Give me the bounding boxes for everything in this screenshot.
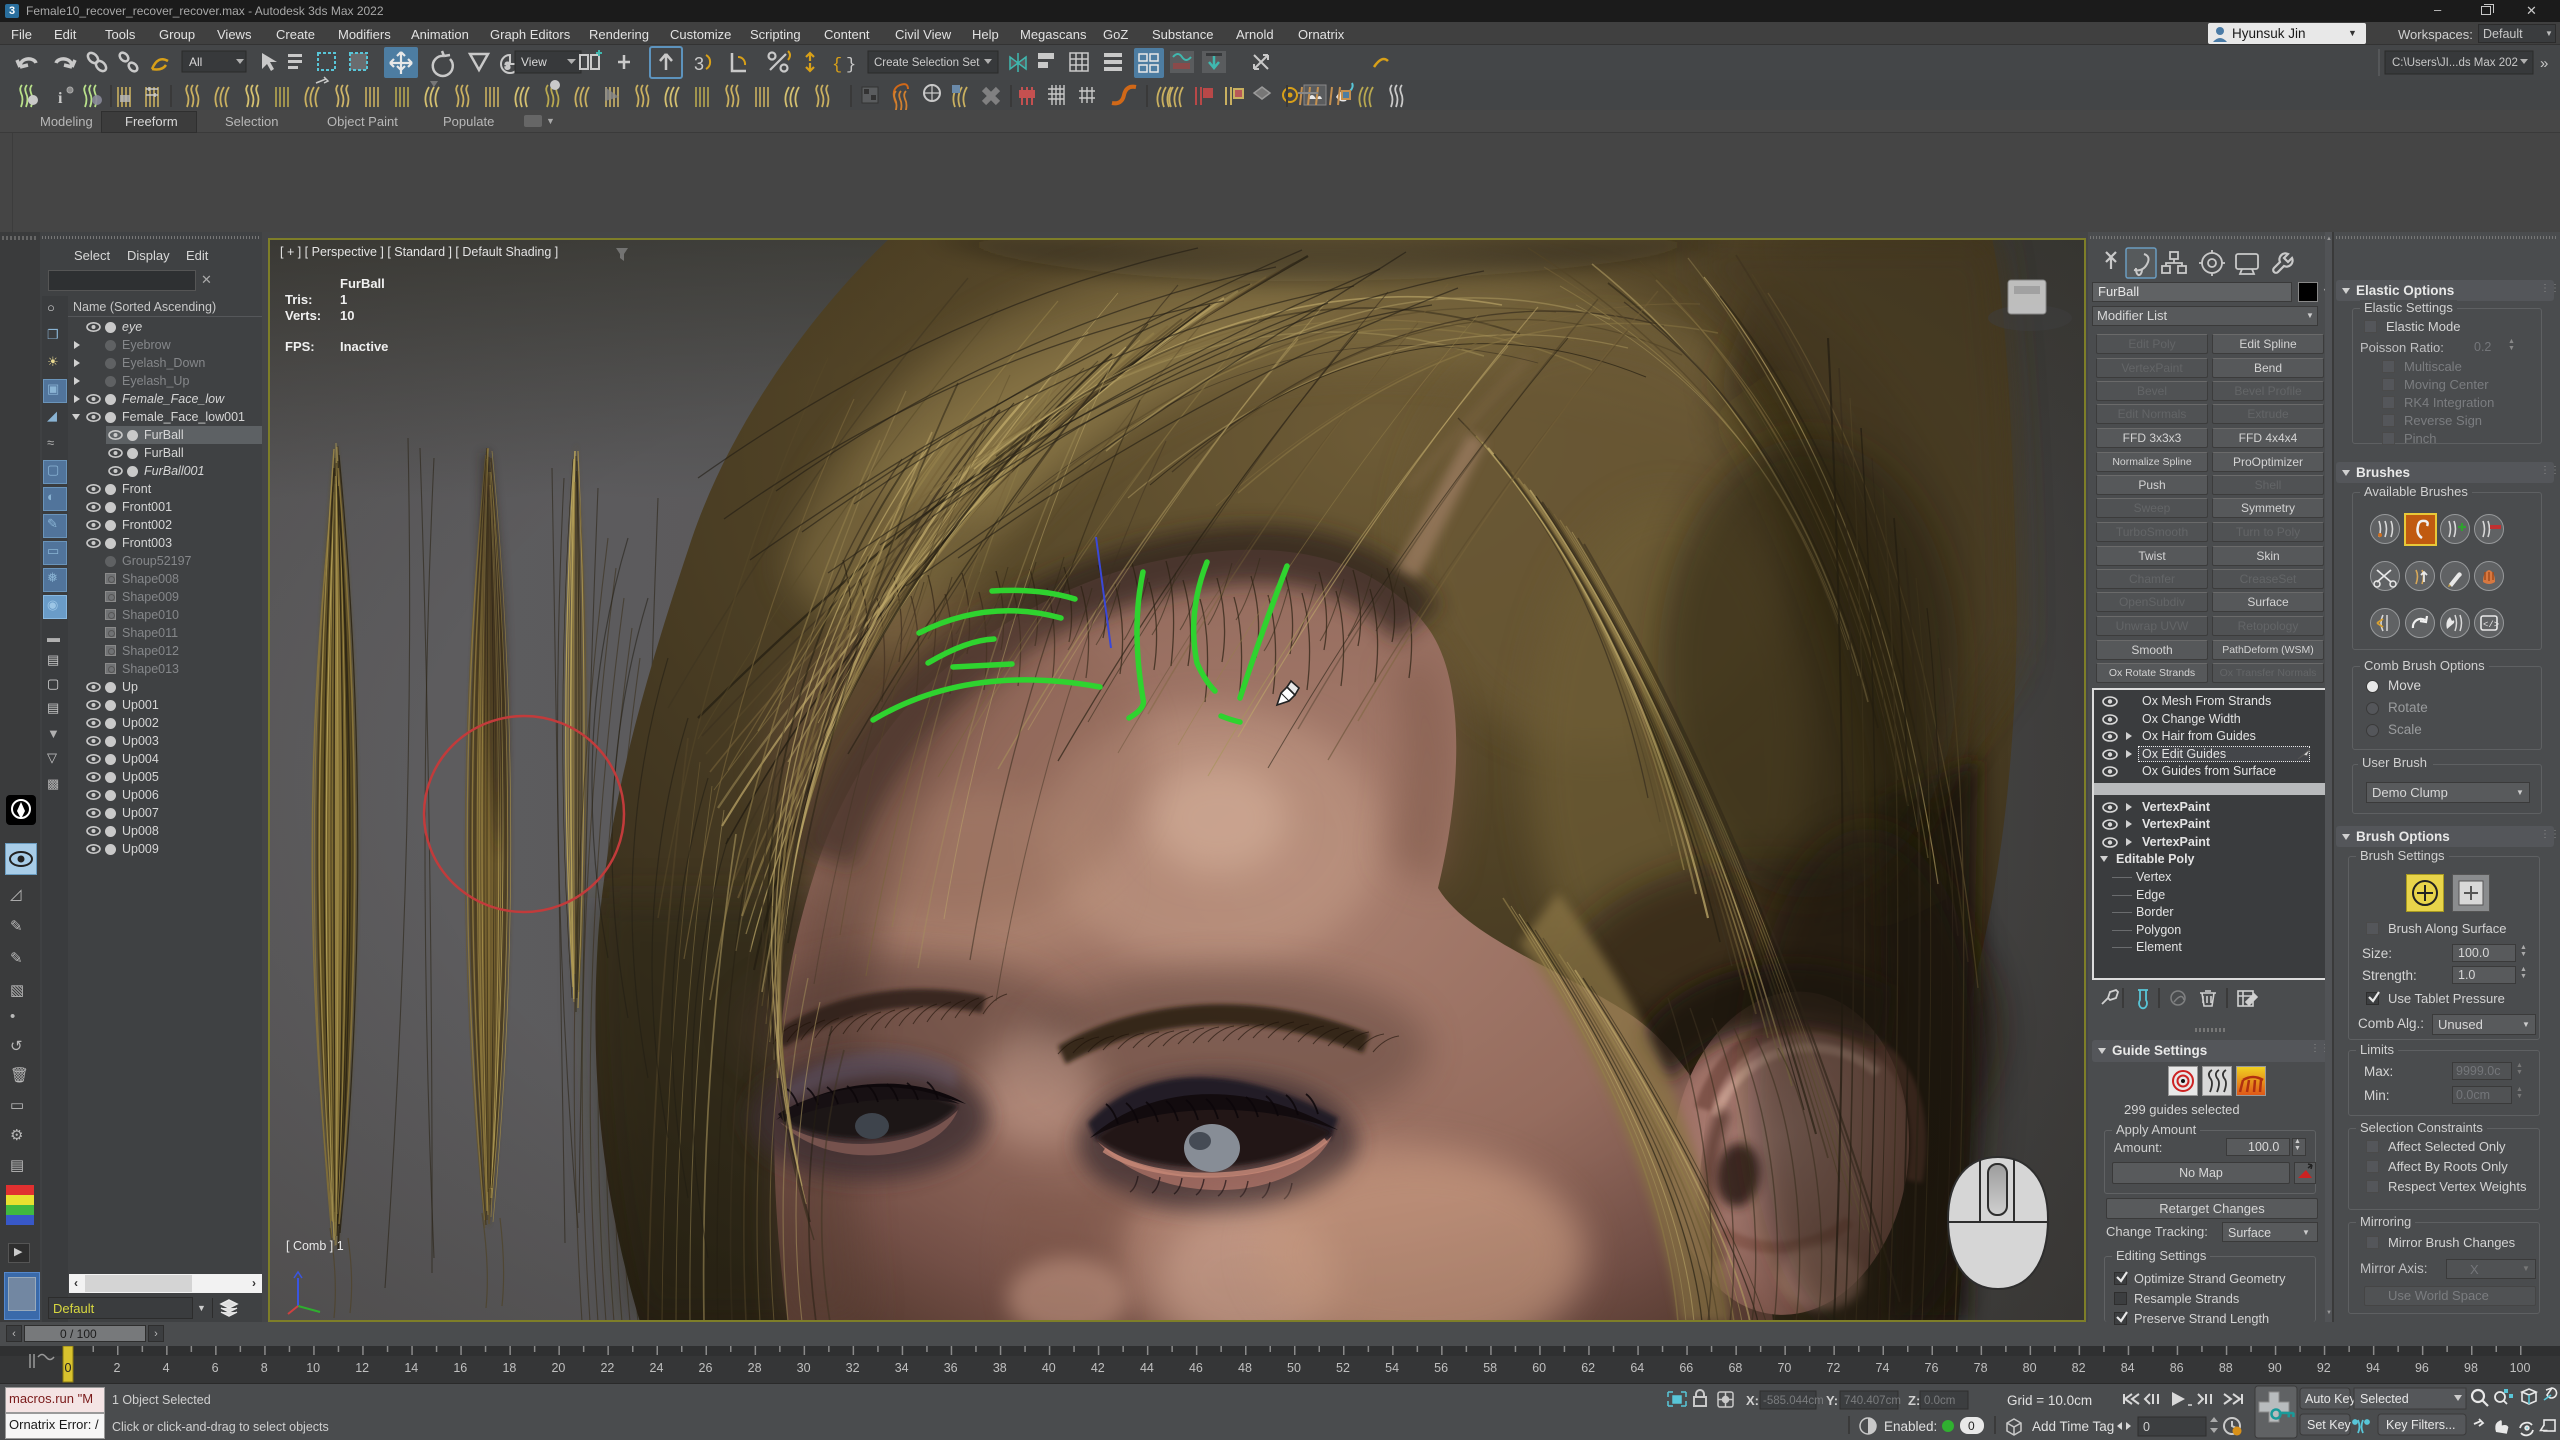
svg-text:64: 64: [1630, 1361, 1644, 1375]
svg-text:100: 100: [2510, 1361, 2531, 1375]
svg-text:50: 50: [1287, 1361, 1301, 1375]
svg-text:96: 96: [2415, 1361, 2429, 1375]
svg-text:38: 38: [993, 1361, 1007, 1375]
svg-text:[ + ] [ Perspective ] [ Standa: [ + ] [ Perspective ] [ Standard ] [ Def…: [280, 245, 558, 259]
svg-text:-585.044cm: -585.044cm: [1763, 1395, 1824, 1407]
svg-text:36: 36: [944, 1361, 958, 1375]
svg-text:}: }: [846, 56, 856, 75]
svg-text:68: 68: [1728, 1361, 1742, 1375]
svg-text:70: 70: [1777, 1361, 1791, 1375]
svg-text:View: View: [521, 55, 547, 69]
svg-text:30: 30: [797, 1361, 811, 1375]
svg-text:46: 46: [1189, 1361, 1203, 1375]
svg-text:</>: </>: [2483, 620, 2499, 630]
svg-text:66: 66: [1679, 1361, 1693, 1375]
svg-text:86: 86: [2170, 1361, 2184, 1375]
svg-text:72: 72: [1826, 1361, 1840, 1375]
svg-text:0: 0: [1968, 1419, 1975, 1433]
svg-text:Y:: Y:: [1826, 1393, 1838, 1408]
svg-text:52: 52: [1336, 1361, 1350, 1375]
svg-text:82: 82: [2072, 1361, 2086, 1375]
svg-text:24: 24: [650, 1361, 664, 1375]
svg-text:20: 20: [551, 1361, 565, 1375]
svg-text:92: 92: [2317, 1361, 2331, 1375]
svg-text:42: 42: [1091, 1361, 1105, 1375]
svg-text:4: 4: [163, 1361, 170, 1375]
svg-text:[ Comb ] 1: [ Comb ] 1: [286, 1239, 344, 1253]
svg-text:X:: X:: [1746, 1393, 1759, 1408]
svg-text:Selected: Selected: [2360, 1392, 2409, 1406]
svg-text:FurBall: FurBall: [340, 276, 385, 291]
svg-text:6: 6: [212, 1361, 219, 1375]
svg-text:0.0cm: 0.0cm: [1924, 1395, 1955, 1407]
svg-text:56: 56: [1434, 1361, 1448, 1375]
svg-text:78: 78: [1974, 1361, 1988, 1375]
svg-text:84: 84: [2121, 1361, 2135, 1375]
svg-text:40: 40: [1042, 1361, 1056, 1375]
svg-text:Inactive: Inactive: [340, 339, 388, 354]
svg-text:{: {: [832, 56, 842, 75]
svg-text:14: 14: [404, 1361, 418, 1375]
svg-text:76: 76: [1925, 1361, 1939, 1375]
svg-text:10: 10: [340, 308, 354, 323]
svg-text:28: 28: [748, 1361, 762, 1375]
svg-text:3: 3: [694, 54, 704, 74]
svg-text:54: 54: [1385, 1361, 1399, 1375]
svg-text:26: 26: [699, 1361, 713, 1375]
svg-text:0: 0: [2143, 1420, 2150, 1434]
svg-text:Enabled:: Enabled:: [1884, 1419, 1937, 1434]
svg-text:740.407cm: 740.407cm: [1844, 1395, 1901, 1407]
svg-text:i: i: [58, 90, 63, 107]
svg-text:58: 58: [1483, 1361, 1497, 1375]
svg-text:32: 32: [846, 1361, 860, 1375]
svg-text:0: 0: [65, 1361, 72, 1375]
svg-text:Z:: Z:: [1908, 1393, 1920, 1408]
svg-text:98: 98: [2464, 1361, 2478, 1375]
svg-text:Tris:: Tris:: [285, 292, 312, 307]
svg-text:34: 34: [895, 1361, 909, 1375]
svg-text:80: 80: [2023, 1361, 2037, 1375]
svg-text:3: 3: [505, 61, 510, 71]
svg-text:C:\Users\JI...ds Max 202: C:\Users\JI...ds Max 202: [2392, 57, 2518, 69]
svg-text:48: 48: [1238, 1361, 1252, 1375]
svg-text:90: 90: [2268, 1361, 2282, 1375]
svg-text:Auto Key: Auto Key: [2305, 1392, 2356, 1406]
svg-text:Create Selection Set: Create Selection Set: [874, 57, 980, 69]
svg-text:Set Key: Set Key: [2307, 1418, 2352, 1432]
svg-text:All: All: [189, 55, 202, 69]
svg-text:»: »: [2540, 55, 2548, 72]
svg-text:12: 12: [355, 1361, 369, 1375]
svg-text:74: 74: [1876, 1361, 1890, 1375]
svg-text:1: 1: [340, 292, 347, 307]
svg-text:FPS:: FPS:: [285, 339, 315, 354]
svg-text:16: 16: [453, 1361, 467, 1375]
svg-text:10: 10: [306, 1361, 320, 1375]
svg-text:44: 44: [1140, 1361, 1154, 1375]
svg-text:Add Time Tag: Add Time Tag: [2032, 1419, 2114, 1434]
svg-text:18: 18: [502, 1361, 516, 1375]
svg-text:60: 60: [1532, 1361, 1546, 1375]
svg-text:2: 2: [114, 1361, 121, 1375]
svg-text:62: 62: [1581, 1361, 1595, 1375]
svg-text:Key Filters...: Key Filters...: [2386, 1418, 2455, 1432]
svg-text:22: 22: [600, 1361, 614, 1375]
svg-text:Grid = 10.0cm: Grid = 10.0cm: [2007, 1393, 2092, 1408]
svg-text:Verts:: Verts:: [285, 308, 321, 323]
svg-text:94: 94: [2366, 1361, 2380, 1375]
svg-text:8: 8: [261, 1361, 268, 1375]
svg-text:88: 88: [2219, 1361, 2233, 1375]
